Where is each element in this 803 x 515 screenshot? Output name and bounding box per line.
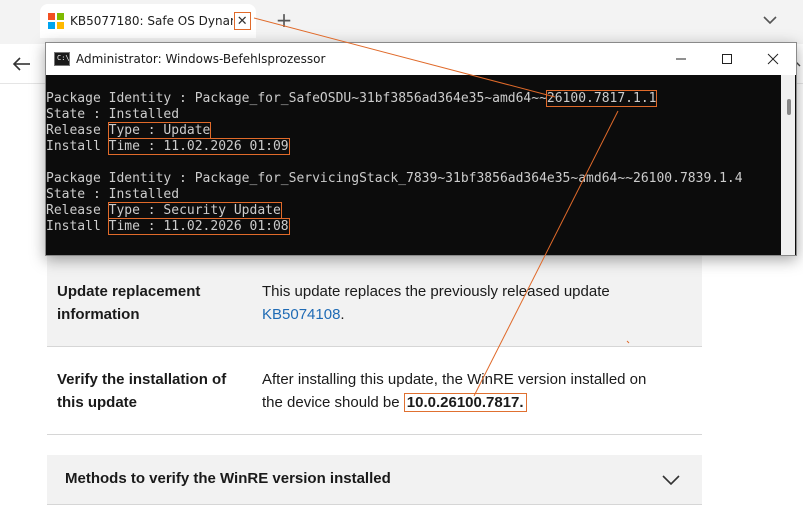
safeos-version-highlight: 26100.7817.1.1 [545,90,658,107]
console-line: Package Identity : Package_for_SafeOSDU~… [46,90,658,107]
install-time-highlight: Time : 11.02.2026 01:08 [107,218,290,235]
console-line: Release Type : Update [46,122,212,139]
winre-version: 10.0.26100.7817. [403,393,527,412]
replacement-heading: Update replacement information [57,283,201,323]
tab-close-icon[interactable]: ✕ [233,12,252,30]
command-prompt-icon: C:\ [54,52,70,66]
replacement-body: This update replaces the previously rele… [262,283,610,323]
console-scroll-thumb[interactable] [787,99,791,115]
browser-tabstrip: KB5077180: Safe OS Dynamic U ✕ + [0,0,803,44]
console-line: Release Type : Security Update [46,202,282,219]
release-type-highlight: Type : Security Update [107,202,282,219]
chevron-down-icon[interactable] [660,469,682,491]
console-line: Package Identity : Package_for_Servicing… [46,171,743,186]
console-output[interactable]: Package Identity : Package_for_SafeOSDU~… [46,75,781,255]
methods-title: Methods to verify the WinRE version inst… [65,470,391,487]
console-line: Install Time : 11.02.2026 01:08 [46,218,290,235]
console-line: State : Installed [46,107,180,122]
microsoft-logo-icon [48,13,64,29]
kb-link[interactable]: KB5074108 [262,306,340,323]
console-title: Administrator: Windows-Befehlsprozessor [76,52,326,66]
row-divider [47,346,702,347]
minimize-button[interactable] [658,43,704,75]
console-window[interactable]: C:\ Administrator: Windows-Befehlsprozes… [45,42,797,256]
verify-heading: Verify the installation of this update [57,371,227,411]
browser-tab[interactable]: KB5077180: Safe OS Dynamic U ✕ [40,4,256,38]
row-divider [47,434,702,435]
back-arrow-icon[interactable] [10,53,34,75]
new-tab-button[interactable]: + [274,10,294,30]
tab-title: KB5077180: Safe OS Dynamic U [70,14,233,28]
console-line: State : Installed [46,187,180,202]
verify-body: After installing this update, the WinRE … [262,371,647,412]
install-time-highlight: Time : 11.02.2026 01:09 [107,138,290,155]
console-titlebar[interactable]: C:\ Administrator: Windows-Befehlsprozes… [46,43,796,75]
maximize-button[interactable] [704,43,750,75]
chevron-down-icon[interactable] [758,10,782,30]
release-type-highlight: Type : Update [107,122,212,139]
console-line: Install Time : 11.02.2026 01:09 [46,138,290,155]
methods-expander[interactable]: Methods to verify the WinRE version inst… [47,455,702,505]
close-button[interactable] [750,43,796,75]
